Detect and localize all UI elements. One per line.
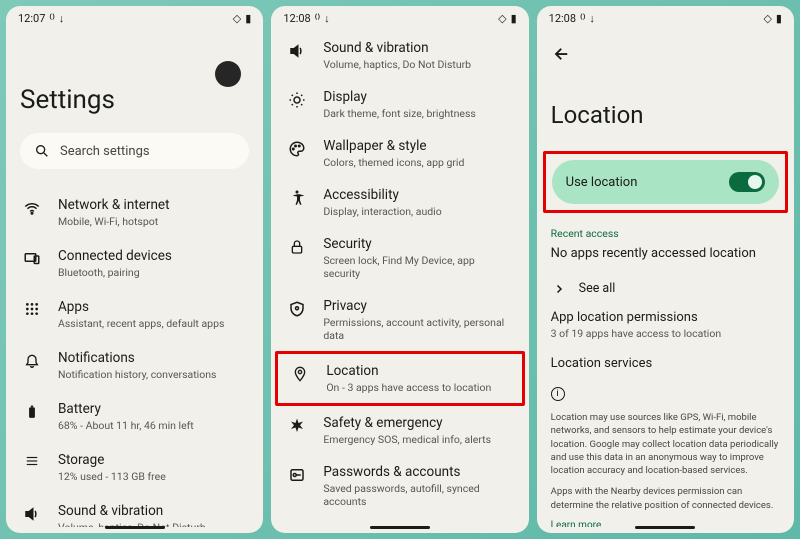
page-title: Location	[551, 101, 780, 129]
volume-icon	[288, 42, 306, 60]
use-location-toggle[interactable]: Use location	[552, 160, 779, 204]
back-button[interactable]	[551, 35, 780, 73]
row-battery[interactable]: Battery68% - About 11 hr, 46 min left	[20, 391, 249, 442]
nav-bar[interactable]	[271, 527, 528, 533]
clock: 12:07	[18, 12, 45, 25]
wifi-icon: ◇	[498, 12, 506, 25]
bracket-icon: ⁽⁾	[49, 12, 54, 25]
app-permissions-row[interactable]: App location permissions 3 of 19 apps ha…	[551, 310, 780, 340]
search-input[interactable]: Search settings	[20, 133, 249, 169]
info-text-1: Location may use sources like GPS, Wi-Fi…	[551, 411, 780, 477]
settings-scrolled-screen: 12:08 ⁽⁾ ↓ ◇ ▮ Sound & vibrationVolume, hap…	[271, 6, 528, 533]
toggle-label: Use location	[566, 175, 638, 190]
battery-icon	[25, 403, 39, 421]
download-icon: ↓	[59, 12, 65, 25]
row-location[interactable]: LocationOn - 3 apps have access to locat…	[288, 354, 511, 403]
info-icon: i	[551, 387, 565, 401]
row-safety[interactable]: Safety & emergencyEmergency SOS, medical…	[285, 406, 514, 455]
row-privacy[interactable]: PrivacyPermissions, account activity, pe…	[285, 289, 514, 351]
status-bar: 12:08 ⁽⁾ ↓ ◇ ▮	[271, 6, 528, 27]
row-display[interactable]: DisplayDark theme, font size, brightness	[285, 80, 514, 129]
recent-access-header: Recent access	[551, 227, 780, 240]
location-highlight: LocationOn - 3 apps have access to locat…	[275, 351, 524, 406]
volume-icon	[23, 505, 41, 523]
location-icon	[292, 365, 308, 383]
wifi-icon: ◇	[233, 12, 241, 25]
battery-icon: ▮	[245, 12, 251, 25]
download-icon: ↓	[324, 12, 330, 25]
row-sound[interactable]: Sound & vibrationVolume, haptics, Do Not…	[20, 493, 249, 527]
row-wallpaper[interactable]: Wallpaper & styleColors, themed icons, a…	[285, 129, 514, 178]
brightness-icon	[288, 91, 306, 109]
page-title: Settings	[20, 85, 249, 115]
clock: 12:08	[283, 12, 310, 25]
status-bar: 12:08 ⁽⁾ ↓ ◇ ▮	[537, 6, 794, 27]
nav-bar[interactable]	[537, 527, 794, 533]
use-location-highlight: Use location	[543, 151, 788, 213]
devices-icon	[23, 250, 41, 268]
row-security[interactable]: SecurityScreen lock, Find My Device, app…	[285, 227, 514, 289]
apps-icon	[24, 301, 40, 317]
bell-icon	[24, 352, 40, 368]
location-settings-screen: 12:08 ⁽⁾ ↓ ◇ ▮ Location Use location Recent…	[537, 6, 794, 533]
location-services-row[interactable]: Location services	[551, 356, 780, 371]
palette-icon	[288, 140, 306, 158]
row-apps[interactable]: AppsAssistant, recent apps, default apps	[20, 289, 249, 340]
lock-icon	[289, 238, 305, 256]
row-connected-devices[interactable]: Connected devicesBluetooth, pairing	[20, 238, 249, 289]
row-notifications[interactable]: NotificationsNotification history, conve…	[20, 340, 249, 391]
bracket-icon: ⁽⁾	[580, 12, 585, 25]
row-network[interactable]: Network & internetMobile, Wi-Fi, hotspot	[20, 187, 249, 238]
privacy-icon	[288, 300, 306, 318]
battery-icon: ▮	[776, 12, 782, 25]
accessibility-icon	[288, 189, 306, 207]
see-all-button[interactable]: See all	[551, 275, 780, 310]
settings-main-screen: 12:07 ⁽⁾ ↓ ◇ ▮ Settings Search settings …	[6, 6, 263, 533]
emergency-icon	[288, 417, 306, 435]
switch-on-icon[interactable]	[729, 172, 765, 192]
avatar[interactable]	[215, 61, 241, 87]
bracket-icon: ⁽⁾	[315, 12, 320, 25]
nav-bar[interactable]	[6, 527, 263, 533]
key-icon	[288, 466, 306, 484]
row-passwords[interactable]: Passwords & accountsSaved passwords, aut…	[285, 455, 514, 517]
search-icon	[34, 143, 50, 159]
arrow-back-icon	[553, 45, 571, 63]
row-storage[interactable]: Storage12% used - 113 GB free	[20, 442, 249, 493]
battery-icon: ▮	[511, 12, 517, 25]
wifi-icon	[23, 199, 41, 217]
wifi-icon: ◇	[763, 12, 771, 25]
chevron-right-icon	[553, 283, 565, 295]
row-accessibility[interactable]: AccessibilityDisplay, interaction, audio	[285, 178, 514, 227]
info-text-2: Apps with the Nearby devices permission …	[551, 485, 780, 512]
search-placeholder: Search settings	[60, 144, 150, 159]
storage-icon	[23, 454, 41, 468]
no-recent-text: No apps recently accessed location	[551, 246, 780, 261]
clock: 12:08	[549, 12, 576, 25]
download-icon: ↓	[589, 12, 595, 25]
row-sound[interactable]: Sound & vibrationVolume, haptics, Do Not…	[285, 31, 514, 80]
status-bar: 12:07 ⁽⁾ ↓ ◇ ▮	[6, 6, 263, 27]
